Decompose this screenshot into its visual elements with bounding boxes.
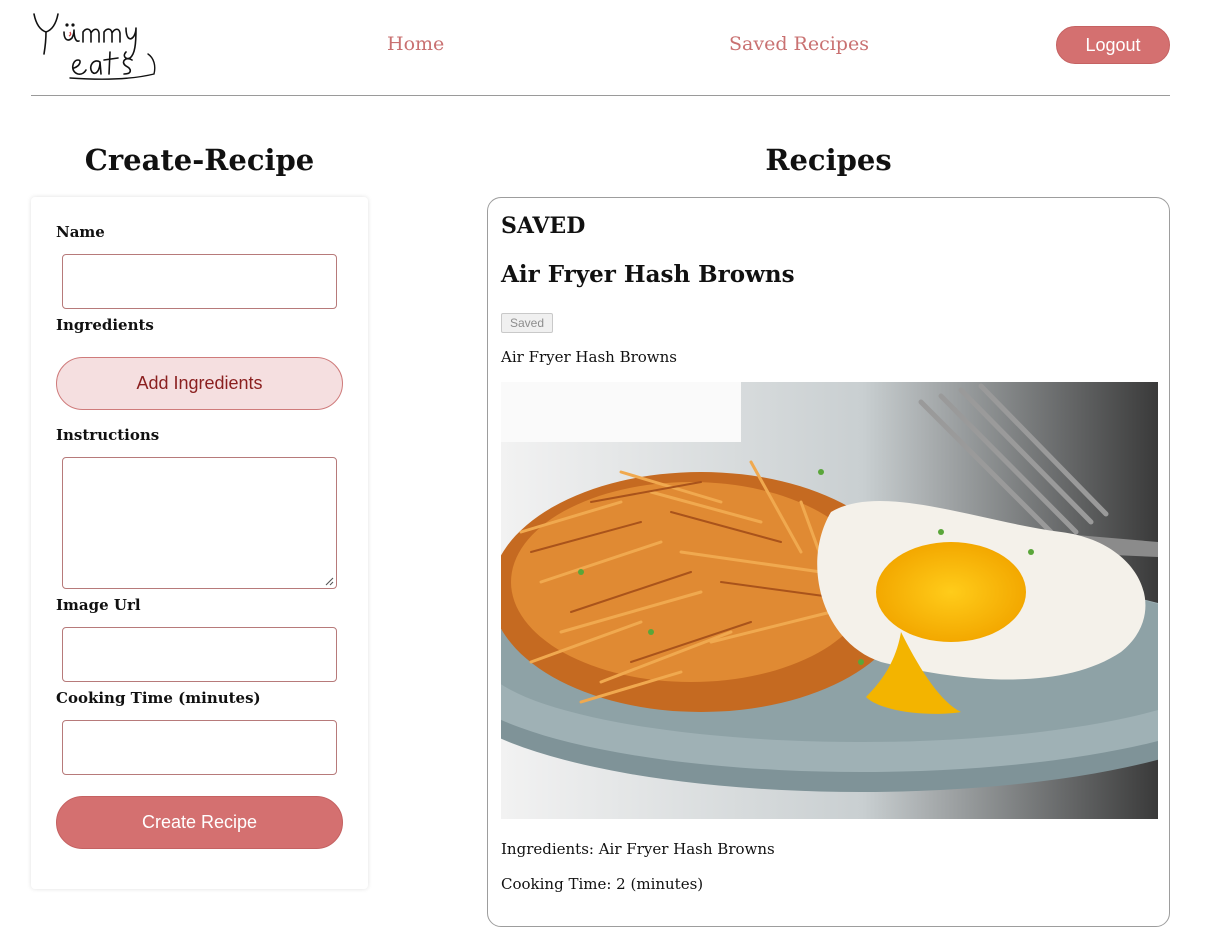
add-ingredients-button[interactable]: Add Ingredients <box>56 357 343 410</box>
nav-home-link[interactable]: Home <box>387 33 444 55</box>
logo[interactable] <box>30 8 160 82</box>
cooking-time-input[interactable] <box>62 720 337 775</box>
saved-badge-button[interactable]: Saved <box>501 313 554 333</box>
image-url-label: Image Url <box>56 596 141 614</box>
hash-browns-photo <box>501 382 1158 819</box>
name-label: Name <box>56 223 105 241</box>
recipe-cooking-time: Cooking Time: 2 (minutes) <box>501 875 704 893</box>
recipe-name: Air Fryer Hash Browns <box>501 261 795 288</box>
logout-button[interactable]: Logout <box>1056 26 1170 64</box>
image-url-input[interactable] <box>62 627 337 682</box>
recipe-description: Air Fryer Hash Browns <box>501 348 678 366</box>
recipe-card: SAVED Air Fryer Hash Browns Saved Air Fr… <box>487 197 1170 927</box>
recipes-title: Recipes <box>765 143 892 177</box>
instructions-textarea[interactable] <box>62 457 337 589</box>
create-recipe-title: Create-Recipe <box>84 143 315 177</box>
logo-icon <box>33 13 156 80</box>
recipe-ingredients: Ingredients: Air Fryer Hash Browns <box>501 840 775 858</box>
create-recipe-form: Name Ingredients Add Ingredients Instruc… <box>31 197 368 889</box>
resize-grip-icon[interactable] <box>324 576 334 586</box>
saved-section-heading: SAVED <box>501 213 586 239</box>
recipe-image <box>501 382 1158 819</box>
create-recipe-button[interactable]: Create Recipe <box>56 796 343 849</box>
nav-saved-recipes-link[interactable]: Saved Recipes <box>729 33 869 55</box>
instructions-label: Instructions <box>56 426 160 444</box>
cooking-time-label: Cooking Time (minutes) <box>56 689 261 707</box>
ingredients-label: Ingredients <box>56 316 154 334</box>
name-input[interactable] <box>62 254 337 309</box>
header-divider <box>31 95 1170 96</box>
